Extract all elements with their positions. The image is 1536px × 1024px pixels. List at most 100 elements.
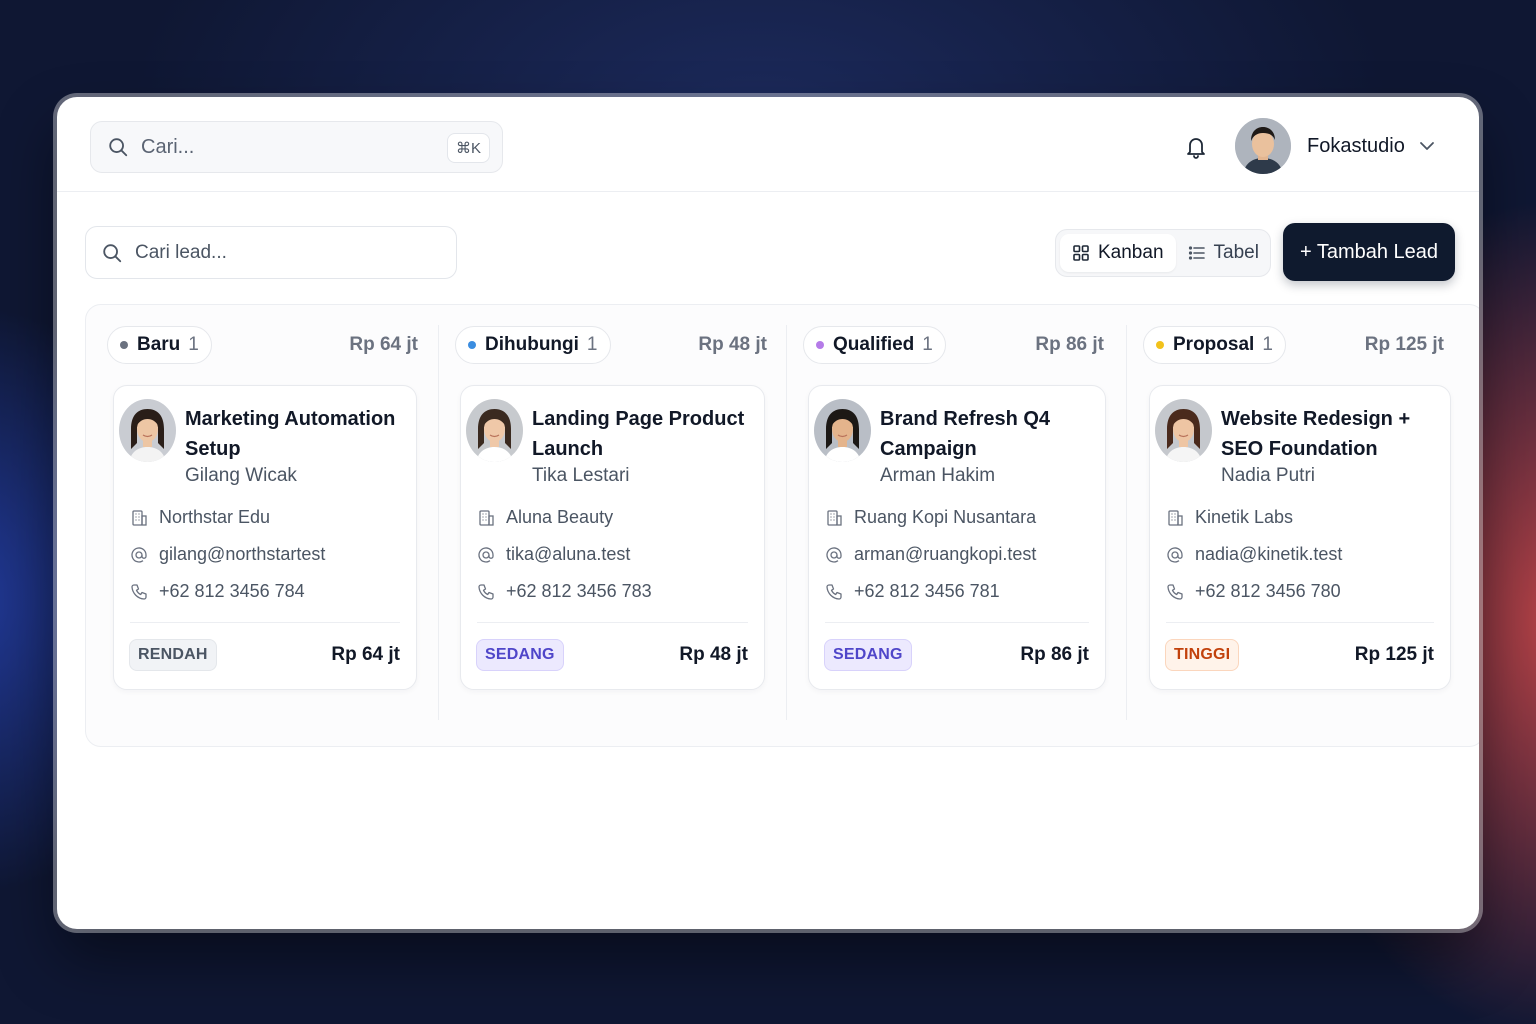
contact-email: gilang@northstartest [159, 544, 326, 564]
company-row: Ruang Kopi Nusantara [825, 507, 1036, 528]
view-table-button[interactable]: Tabel [1176, 234, 1271, 272]
phone-row[interactable]: +62 812 3456 784 [130, 581, 305, 602]
user-name[interactable]: Fokastudio [1307, 135, 1405, 158]
email-row[interactable]: gilang@northstartest [130, 544, 325, 565]
view-table-label: Tabel [1213, 242, 1259, 263]
phone-icon [1167, 583, 1183, 600]
contact-avatar [814, 399, 871, 462]
card-divider [1166, 622, 1434, 623]
company-row: Kinetik Labs [1166, 507, 1293, 528]
column-title: Qualified [833, 334, 915, 355]
lead-amount: Rp 48 jt [679, 644, 748, 665]
column-divider [786, 325, 787, 720]
contact-email: tika@aluna.test [506, 544, 631, 564]
priority-badge: RENDAH [129, 639, 217, 671]
top-bar: Cari... ⌘K Fokastudio [57, 97, 1479, 192]
building-icon [1168, 509, 1183, 526]
building-icon [132, 509, 147, 526]
company-name: Kinetik Labs [1195, 507, 1294, 527]
at-icon [478, 546, 494, 563]
card-divider [130, 622, 400, 623]
lead-title: Landing Page Product Launch [532, 408, 745, 460]
contact-phone: +62 812 3456 784 [159, 581, 305, 601]
column-title: Baru [137, 334, 181, 355]
contact-name: Tika Lestari [532, 465, 630, 486]
at-icon [1167, 546, 1183, 563]
priority-badge: TINGGI [1165, 639, 1240, 671]
contact-email: arman@ruangkopi.test [854, 544, 1037, 564]
lead-title: Website Redesign + SEO Foundation [1221, 408, 1411, 460]
status-dot [1156, 341, 1164, 349]
column-header-baru[interactable]: Baru 1 [107, 326, 212, 364]
email-row[interactable]: nadia@kinetik.test [1166, 544, 1342, 565]
building-icon [827, 509, 842, 526]
lead-search-input[interactable]: Cari lead... [85, 226, 457, 279]
column-header-dihubungi[interactable]: Dihubungi 1 [455, 326, 611, 364]
contact-phone: +62 812 3456 783 [506, 581, 652, 601]
email-row[interactable]: tika@aluna.test [477, 544, 630, 565]
phone-row[interactable]: +62 812 3456 781 [825, 581, 1000, 602]
contact-name: Arman Hakim [880, 465, 996, 486]
bell-icon[interactable] [1184, 134, 1208, 160]
lead-search-placeholder: Cari lead... [135, 241, 227, 263]
company-row: Aluna Beauty [477, 507, 613, 528]
lead-amount: Rp 86 jt [1020, 644, 1089, 665]
column-total: Rp 125 jt [1364, 334, 1444, 355]
contact-name: Nadia Putri [1221, 465, 1315, 486]
search-icon [109, 138, 128, 157]
contact-phone: +62 812 3456 781 [854, 581, 1000, 601]
lead-amount: Rp 64 jt [331, 644, 400, 665]
search-icon [103, 243, 122, 262]
column-total: Rp 48 jt [698, 334, 767, 355]
global-search-placeholder: Cari... [141, 135, 195, 158]
contact-name: Gilang Wicak [185, 465, 297, 486]
lead-amount: Rp 125 jt [1354, 644, 1434, 665]
view-toggle: Kanban Tabel [1055, 229, 1271, 277]
status-dot [468, 341, 476, 349]
add-lead-button[interactable]: + Tambah Lead [1283, 223, 1455, 281]
company-name: Aluna Beauty [506, 507, 614, 527]
priority-badge: SEDANG [824, 639, 912, 671]
column-title: Dihubungi [485, 334, 579, 355]
phone-icon [131, 583, 147, 600]
column-count: 1 [188, 334, 199, 355]
column-divider [438, 325, 439, 720]
lead-card[interactable]: Website Redesign + SEO Foundation Nadia … [1149, 385, 1451, 690]
company-name: Northstar Edu [159, 507, 271, 527]
lead-title: Marketing Automation Setup [185, 408, 396, 460]
column-divider [1126, 325, 1127, 720]
column-title: Proposal [1173, 334, 1255, 355]
search-shortcut-hint: ⌘K [446, 133, 490, 163]
phone-icon [478, 583, 494, 600]
contact-email: nadia@kinetik.test [1195, 544, 1343, 564]
column-total: Rp 64 jt [349, 334, 418, 355]
contact-phone: +62 812 3456 780 [1195, 581, 1341, 601]
lead-card[interactable]: Marketing Automation Setup Gilang Wicak … [113, 385, 417, 690]
lead-card[interactable]: Brand Refresh Q4 Campaign Arman Hakim Ru… [808, 385, 1106, 690]
contact-avatar [119, 399, 176, 462]
priority-badge: SEDANG [476, 639, 564, 671]
phone-row[interactable]: +62 812 3456 783 [477, 581, 652, 602]
email-row[interactable]: arman@ruangkopi.test [825, 544, 1036, 565]
column-count: 1 [586, 334, 598, 355]
lead-card[interactable]: Landing Page Product Launch Tika Lestari… [460, 385, 765, 690]
lead-title: Brand Refresh Q4 Campaign [880, 408, 1051, 460]
chevron-down-icon[interactable] [1418, 139, 1436, 153]
status-dot [816, 341, 824, 349]
column-header-proposal[interactable]: Proposal 1 [1143, 326, 1286, 364]
contact-avatar [1155, 399, 1212, 462]
company-name: Ruang Kopi Nusantara [854, 507, 1037, 527]
contact-avatar [466, 399, 523, 462]
phone-row[interactable]: +62 812 3456 780 [1166, 581, 1341, 602]
view-kanban-button[interactable]: Kanban [1060, 234, 1176, 272]
user-avatar[interactable] [1235, 118, 1291, 174]
kanban-board: Baru 1 Rp 64 jt Marketing Automation Setu… [85, 304, 1479, 747]
column-header-qualified[interactable]: Qualified 1 [803, 326, 946, 364]
list-icon [1188, 246, 1205, 260]
building-icon [479, 509, 494, 526]
status-dot [120, 341, 128, 349]
global-search-input[interactable]: Cari... ⌘K [90, 121, 503, 173]
grid-icon [1073, 245, 1089, 261]
view-kanban-label: Kanban [1098, 242, 1164, 263]
column-count: 1 [922, 334, 933, 355]
